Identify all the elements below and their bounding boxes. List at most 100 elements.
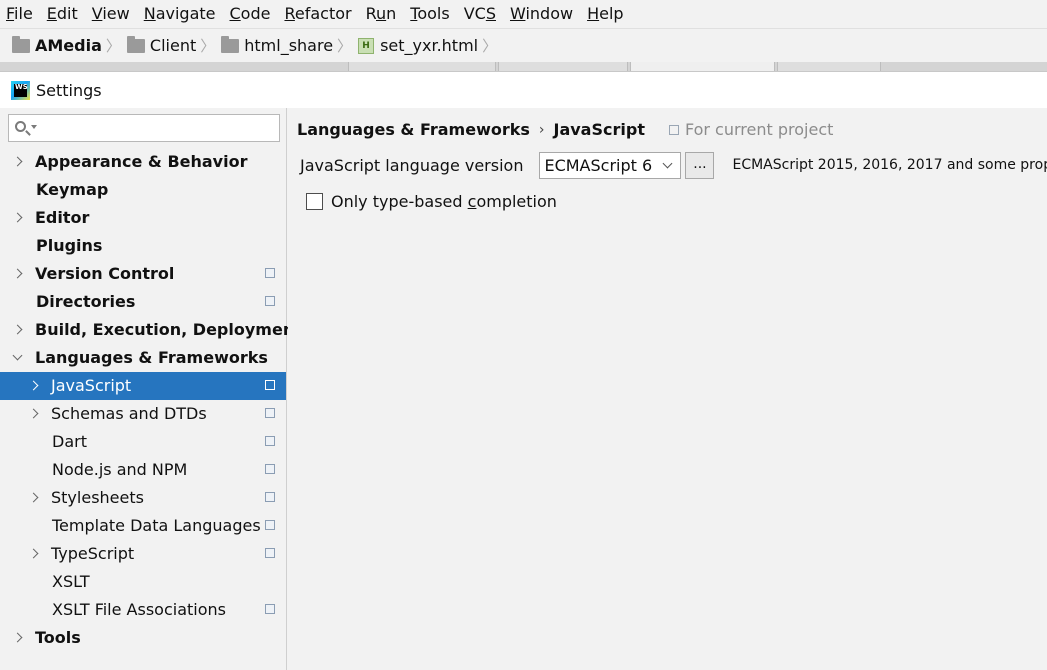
menu-item[interactable]: View (92, 0, 130, 28)
tree-item[interactable]: Directories (0, 288, 286, 316)
tree-item-label: Appearance & Behavior (35, 152, 248, 171)
tree-item-label: Directories (36, 292, 136, 311)
tree-item[interactable]: Stylesheets (0, 484, 286, 512)
type-based-completion-checkbox[interactable] (306, 193, 323, 210)
settings-sidebar: Appearance & Behavior Keymap Editor Plugins… (0, 108, 302, 670)
tree-item-label: Stylesheets (51, 488, 144, 507)
folder-icon (12, 35, 30, 53)
menu-item[interactable]: Code (230, 0, 271, 28)
breadcrumb-separator-icon: 〉 (105, 37, 121, 55)
dialog-title: Settings (36, 80, 102, 100)
breadcrumb-folder-html-share[interactable]: html_share (221, 35, 333, 55)
language-version-more-button[interactable]: ... (685, 151, 715, 179)
menu-item-mnemonic: S (485, 4, 496, 23)
content-breadcrumb-current: JavaScript (553, 120, 645, 139)
menu-item-mnemonic: N (143, 4, 156, 23)
tree-item[interactable]: XSLT File Associations (0, 596, 286, 624)
chevron-right-icon[interactable] (28, 380, 39, 391)
language-version-dropdown[interactable]: ECMAScript 6 (539, 151, 682, 179)
chevron-right-icon[interactable] (28, 548, 39, 559)
menu-item-text: iew (102, 4, 130, 23)
tree-item[interactable]: Node.js and NPM (0, 456, 286, 484)
breadcrumb-project[interactable]: AMedia (12, 35, 102, 55)
menu-item[interactable]: Run (366, 0, 397, 28)
tree-item[interactable]: Template Data Languages (0, 512, 286, 540)
chevron-right-icon[interactable] (12, 268, 23, 279)
settings-content-panel: Languages & Frameworks › JavaScript For … (288, 108, 1047, 670)
tree-item-label: Template Data Languages (52, 516, 261, 535)
search-history-dropdown-icon[interactable] (31, 125, 37, 129)
tree-item[interactable]: Plugins (0, 232, 286, 260)
menu-item-text: efactor (294, 4, 352, 23)
tree-item-label: Dart (52, 432, 87, 451)
folder-icon (221, 35, 240, 53)
project-scope-icon (262, 293, 275, 306)
menu-item[interactable]: Tools (410, 0, 449, 28)
tree-item[interactable]: Tools (0, 624, 286, 652)
menu-item-mnemonic: R (284, 4, 295, 23)
menu-item-mnemonic: W (509, 4, 526, 23)
language-version-value: ECMAScript 6 (544, 155, 653, 175)
tree-item[interactable]: TypeScript (0, 540, 286, 568)
tree-item[interactable]: XSLT (0, 568, 286, 596)
menu-item-text: avigate (155, 4, 216, 23)
tree-item-label: Keymap (36, 180, 109, 199)
html-file-icon: H (358, 37, 375, 54)
settings-search-input[interactable] (8, 114, 280, 142)
chevron-right-icon[interactable] (12, 156, 23, 167)
chevron-right-icon[interactable] (28, 408, 39, 419)
menu-item-text: n (386, 4, 397, 23)
tree-item[interactable]: Build, Execution, Deployment (0, 316, 302, 344)
tree-item[interactable]: Appearance & Behavior (0, 148, 286, 176)
tree-item[interactable]: Version Control (0, 260, 286, 288)
menu-item-mnemonic: H (587, 4, 600, 23)
tree-item[interactable]: Languages & Frameworks (0, 344, 286, 372)
chevron-right-icon[interactable] (12, 212, 23, 223)
type-based-completion-option[interactable]: Only type-based completion (306, 192, 557, 211)
tree-item-label: Plugins (36, 236, 103, 255)
tree-item[interactable]: Keymap (0, 176, 286, 204)
settings-dialog-title-bar: WS Settings (0, 71, 1047, 108)
menu-item-mnemonic: C (229, 4, 241, 23)
menu-item[interactable]: File (6, 0, 33, 28)
content-breadcrumb-parent[interactable]: Languages & Frameworks (297, 120, 530, 139)
menu-item-text: VC (463, 4, 486, 23)
breadcrumb-folder-client[interactable]: Client (126, 35, 196, 55)
breadcrumb-file[interactable]: H set_yxr.html (358, 36, 478, 55)
menu-item[interactable]: VCS (464, 0, 496, 28)
menu-item[interactable]: Window (510, 0, 573, 28)
chevron-right-icon[interactable] (12, 632, 23, 643)
chevron-right-icon[interactable] (28, 492, 39, 503)
menu-item-text: ile (14, 4, 33, 23)
project-scope-icon (262, 433, 275, 446)
project-scope-icon (262, 489, 275, 502)
breadcrumb-separator-icon: 〉 (337, 37, 353, 55)
tree-item[interactable]: Schemas and DTDs (0, 400, 286, 428)
project-scope-icon (262, 461, 275, 474)
breadcrumb-project-label: AMedia (35, 36, 102, 55)
tree-item-label: Tools (35, 628, 81, 647)
menu-item[interactable]: Help (587, 0, 623, 28)
menu-item[interactable]: Refactor (284, 0, 351, 28)
menu-bar: File Edit View Navigate Code Refactor Run Tools… (0, 0, 1047, 28)
tree-item[interactable]: Dart (0, 428, 286, 456)
content-breadcrumb-separator: › (538, 121, 545, 138)
tree-item-label: JavaScript (51, 376, 132, 395)
content-breadcrumb: Languages & Frameworks › JavaScript For … (297, 120, 833, 139)
breadcrumb-separator-icon: 〉 (200, 37, 216, 55)
tree-item[interactable]: Editor (0, 204, 286, 232)
project-scope-icon (262, 601, 275, 614)
menu-item[interactable]: Edit (47, 0, 78, 28)
tree-item-label: Languages & Frameworks (35, 348, 268, 367)
menu-item-mnemonic: E (46, 4, 57, 23)
tree-item-label: Build, Execution, Deployment (35, 320, 302, 339)
tree-item-label: Schemas and DTDs (51, 404, 207, 423)
type-based-completion-label[interactable]: Only type-based completion (331, 192, 557, 211)
chevron-right-icon[interactable] (12, 324, 23, 335)
menu-item[interactable]: Navigate (144, 0, 216, 28)
chevron-down-icon (663, 158, 673, 168)
chevron-down-icon[interactable] (12, 350, 23, 361)
menu-item-mnemonic: V (91, 4, 103, 23)
tree-item[interactable]: JavaScript (0, 372, 286, 400)
tree-item-label: XSLT (52, 572, 90, 591)
